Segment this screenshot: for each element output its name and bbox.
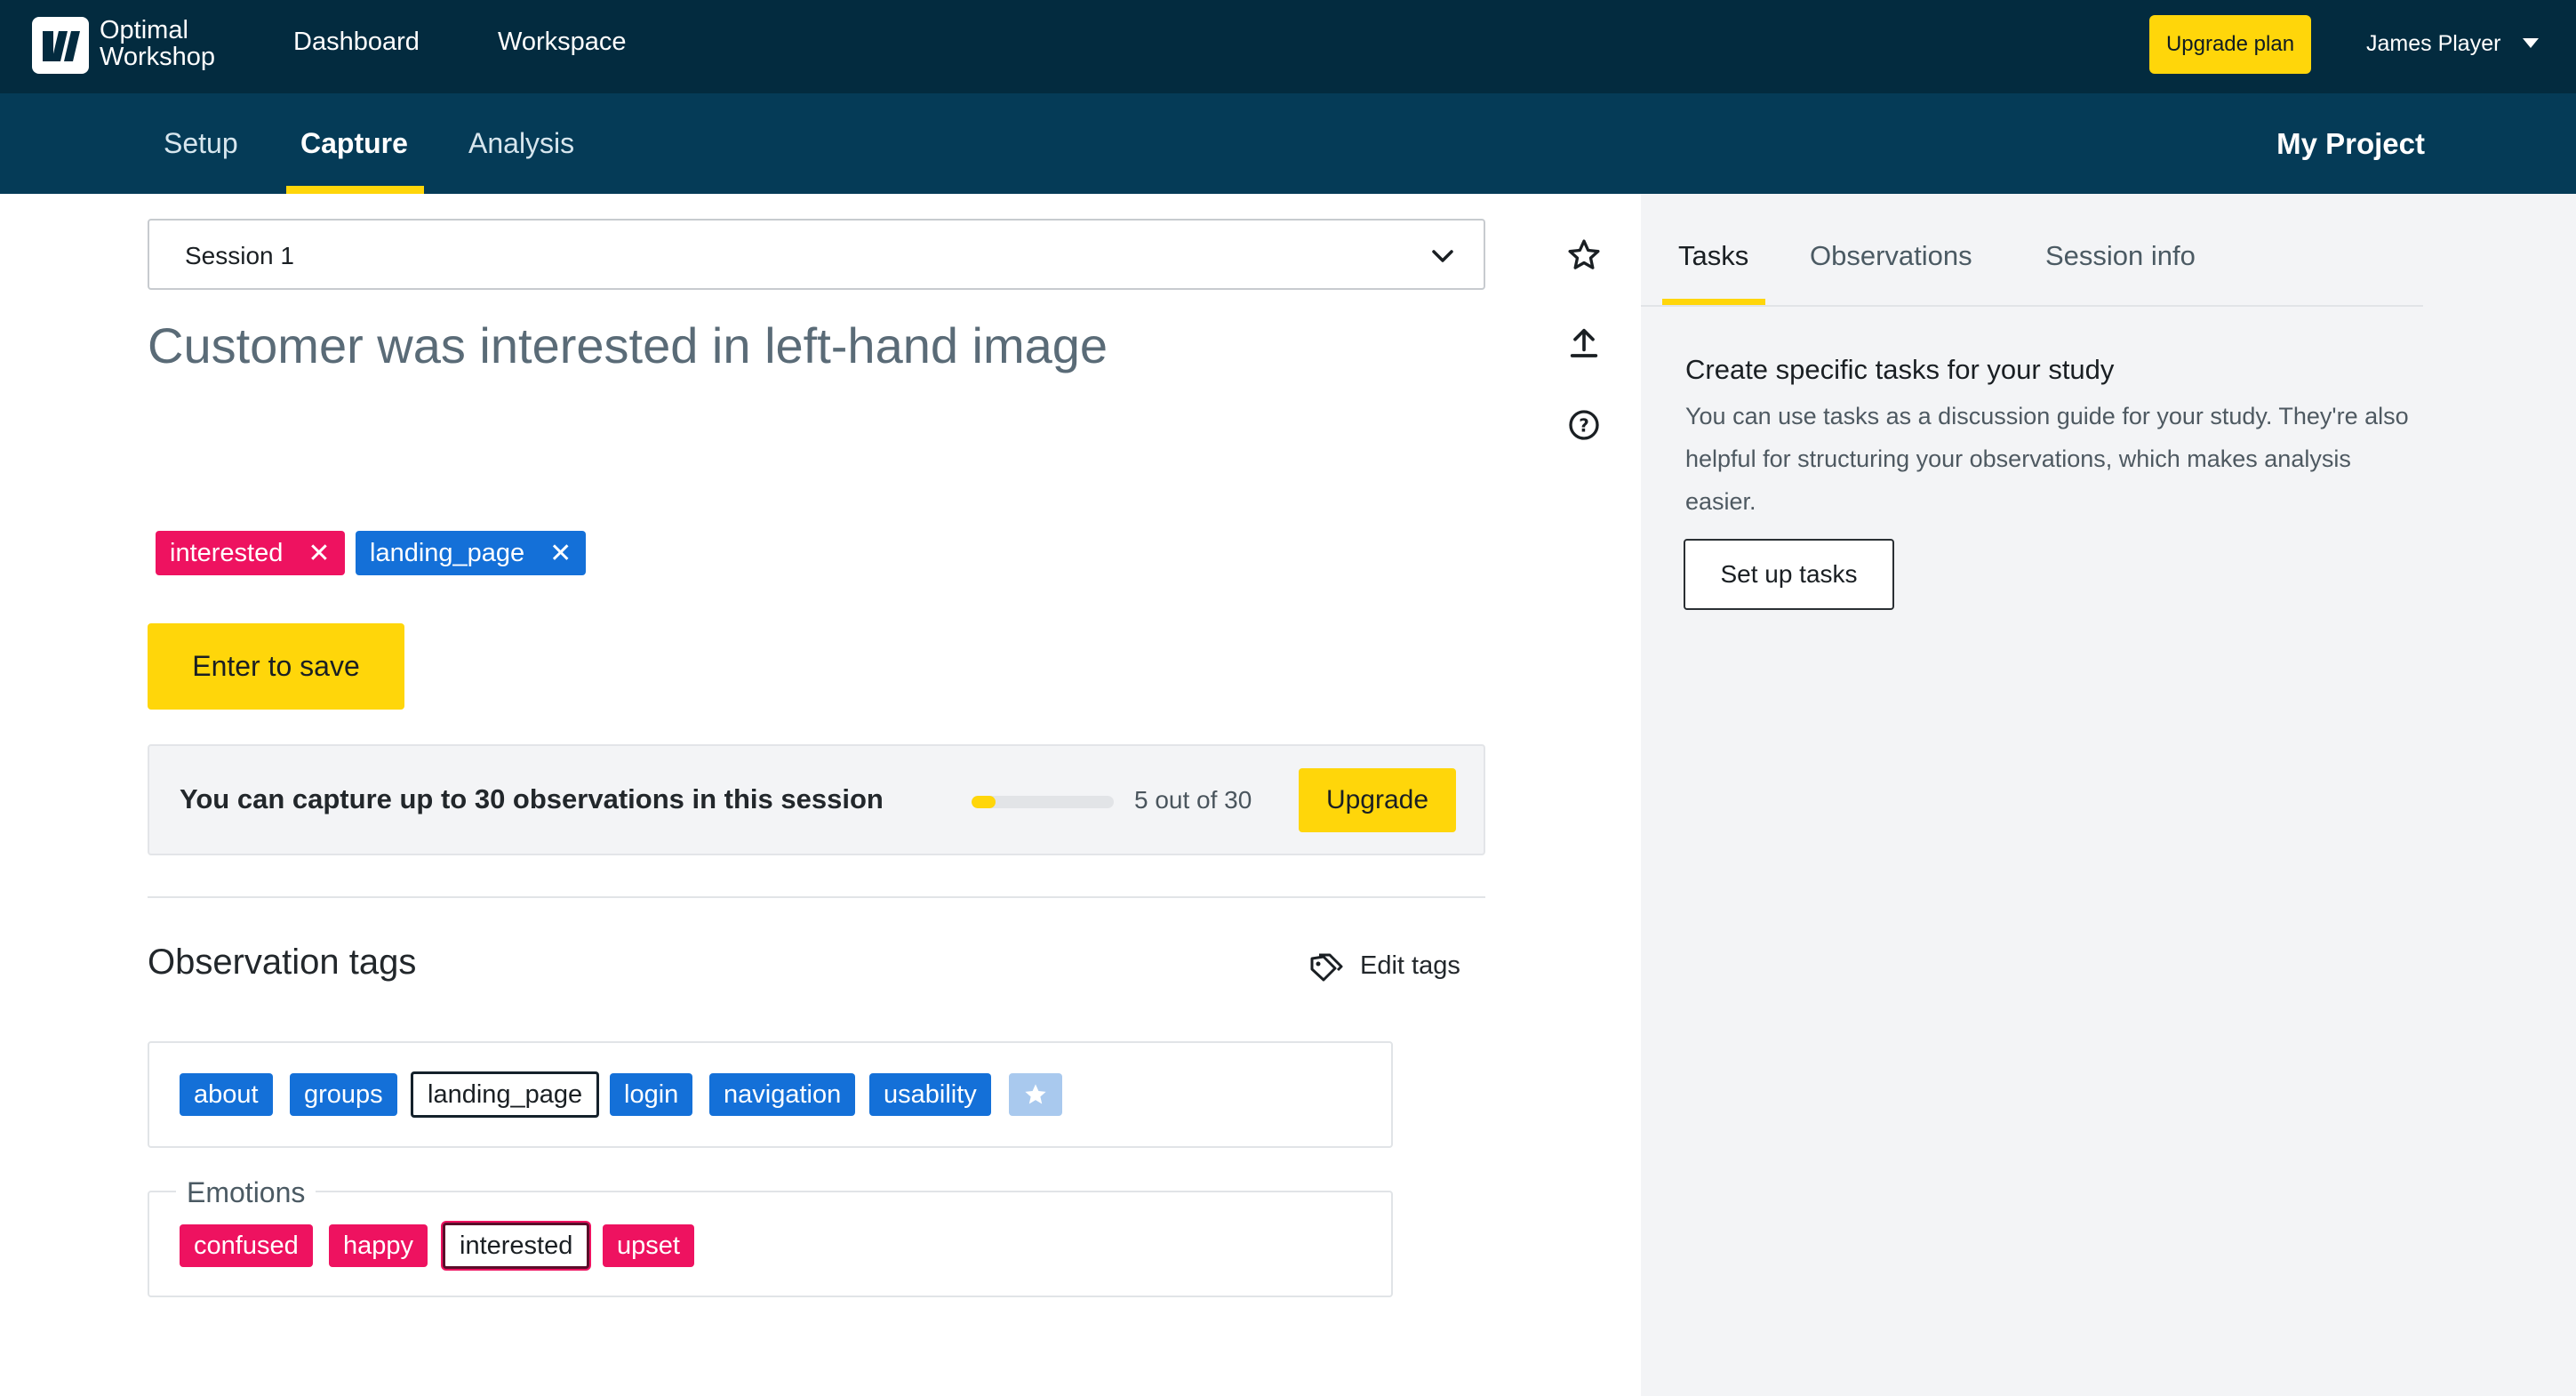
applied-tag-label: landing_page <box>370 538 525 567</box>
tag-icon <box>1310 953 1343 982</box>
tab-session-info[interactable]: Session info <box>2045 240 2196 272</box>
section-divider <box>148 896 1485 898</box>
optimal-workshop-logo[interactable] <box>32 17 89 74</box>
active-tab-indicator <box>286 186 424 194</box>
tabs-divider <box>1641 305 2423 307</box>
star-tag-icon[interactable] <box>1009 1073 1062 1116</box>
help-icon[interactable]: ? <box>1564 405 1604 445</box>
session-select[interactable]: Session 1 <box>148 219 1485 290</box>
applied-tag-landing-page: landing_page ✕ <box>356 531 587 575</box>
limit-count: 5 out of 30 <box>1134 786 1252 814</box>
tab-observations[interactable]: Observations <box>1810 240 1972 272</box>
session-select-value: Session 1 <box>185 242 294 269</box>
tag-about[interactable]: about <box>180 1073 273 1116</box>
tag-upset[interactable]: upset <box>603 1224 694 1267</box>
brand-line-2: Workshop <box>100 43 216 71</box>
upload-icon[interactable] <box>1564 323 1604 362</box>
svg-text:?: ? <box>1579 415 1589 437</box>
emotions-group-title: Emotions <box>176 1176 316 1209</box>
emotions-tags-group: Emotions confused happy interested upset <box>148 1176 1393 1297</box>
applied-tag-label: interested <box>170 538 284 567</box>
project-tabs-bar: Setup Capture Analysis My Project <box>0 93 2576 194</box>
tab-tasks[interactable]: Tasks <box>1678 240 1748 272</box>
side-panel: Tasks Observations Session info Create s… <box>1641 194 2576 1396</box>
general-tags-group: about groups landing_page login navigati… <box>148 1041 1393 1148</box>
applied-tag-interested: interested ✕ <box>156 531 345 575</box>
tag-groups[interactable]: groups <box>290 1073 397 1116</box>
tag-confused[interactable]: confused <box>180 1224 313 1267</box>
tab-analysis[interactable]: Analysis <box>468 127 574 160</box>
project-name[interactable]: My Project <box>2276 127 2425 161</box>
tag-happy[interactable]: happy <box>329 1224 428 1267</box>
upgrade-plan-button[interactable]: Upgrade plan <box>2149 15 2311 74</box>
tasks-empty-title: Create specific tasks for your study <box>1685 354 2115 385</box>
tag-landing-page[interactable]: landing_page <box>411 1071 600 1118</box>
tab-capture[interactable]: Capture <box>300 127 408 160</box>
active-tab-indicator <box>1662 299 1765 305</box>
user-menu[interactable]: James Player <box>2366 31 2500 57</box>
edit-tags-label: Edit tags <box>1360 951 1460 980</box>
tag-interested[interactable]: interested <box>443 1223 590 1269</box>
brand-name[interactable]: Optimal Workshop <box>100 17 215 70</box>
star-icon[interactable] <box>1564 236 1604 275</box>
nav-workspace[interactable]: Workspace <box>498 28 627 57</box>
remove-tag-icon[interactable]: ✕ <box>549 538 572 569</box>
limit-message: You can capture up to 30 observations in… <box>180 783 884 814</box>
remove-tag-icon[interactable]: ✕ <box>308 538 330 569</box>
edit-tags-button[interactable]: Edit tags <box>1308 948 1460 983</box>
limit-progress-fill <box>972 796 996 808</box>
tag-login[interactable]: login <box>610 1073 693 1116</box>
observation-tags-heading: Observation tags <box>148 943 417 982</box>
save-observation-button[interactable]: Enter to save <box>148 623 404 710</box>
tag-navigation[interactable]: navigation <box>709 1073 856 1116</box>
tag-usability[interactable]: usability <box>869 1073 991 1116</box>
chevron-down-icon <box>1432 250 1453 262</box>
observation-input[interactable]: Customer was interested in left-hand ima… <box>148 317 1108 374</box>
tasks-empty-description: You can use tasks as a discussion guide … <box>1685 403 2409 515</box>
nav-dashboard[interactable]: Dashboard <box>293 28 420 57</box>
brand-line-1: Optimal <box>100 16 188 44</box>
upgrade-button[interactable]: Upgrade <box>1299 768 1456 832</box>
limit-progress-bar <box>972 796 1114 808</box>
observation-limit-banner: You can capture up to 30 observations in… <box>148 744 1485 855</box>
set-up-tasks-button[interactable]: Set up tasks <box>1684 539 1894 610</box>
top-navigation-bar: Optimal Workshop Dashboard Workspace Upg… <box>0 0 2576 93</box>
caret-down-icon[interactable] <box>2523 38 2539 48</box>
tab-setup[interactable]: Setup <box>164 127 238 160</box>
